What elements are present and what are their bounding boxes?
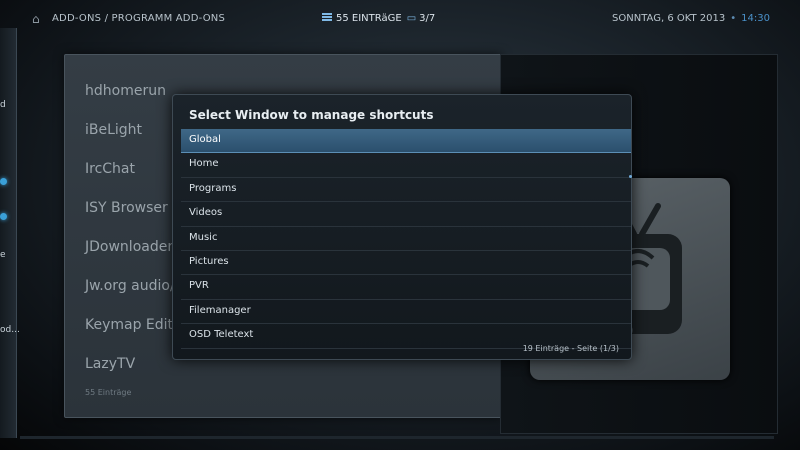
option-programs[interactable]: Programs (181, 178, 631, 203)
option-pictures[interactable]: Pictures (181, 251, 631, 276)
option-label: PVR (189, 280, 209, 292)
side-panel-text-fragment: od... (0, 325, 20, 335)
addon-list-item[interactable]: IrcChat (85, 161, 135, 177)
option-global[interactable]: Global (181, 129, 631, 154)
book-icon: ▭ (406, 13, 417, 24)
option-label: Global (189, 134, 221, 145)
option-pvr[interactable]: PVR (181, 275, 631, 300)
addon-list-item[interactable]: Jw.org audio/ (85, 278, 175, 294)
option-label: OSD Teletext (189, 329, 254, 341)
dialog-title: Select Window to manage shortcuts (189, 108, 434, 122)
option-music[interactable]: Music (181, 227, 631, 251)
addon-list-item[interactable]: Keymap Edito (85, 317, 182, 333)
breadcrumb: ADD-ONS / PROGRAMM ADD-ONS (52, 13, 225, 24)
separator: • (730, 13, 737, 24)
side-slide-panel[interactable]: d e od... (0, 28, 20, 438)
option-home[interactable]: Home (181, 153, 631, 178)
option-label: Programs (189, 182, 237, 194)
side-panel-text-fragment: e (0, 250, 6, 260)
item-count: 55 EINTRäGE ▭ 3/7 (322, 13, 435, 24)
kodi-screen: d e od... ⌂ ADD-ONS / PROGRAMM ADD-ONS 5… (0, 0, 800, 450)
bottom-bar (20, 436, 774, 439)
addon-list-item[interactable]: JDownloader (85, 239, 173, 255)
date-label: SONNTAG, 6 OKT 2013 (612, 13, 726, 24)
option-filemanager[interactable]: Filemanager (181, 300, 631, 325)
list-icon (322, 13, 332, 21)
radio-indicator-icon (0, 178, 7, 185)
option-label: Music (189, 231, 218, 243)
side-panel-text-fragment: d (0, 100, 6, 110)
option-label: Videos (189, 207, 223, 219)
page-indicator: 3/7 (419, 13, 436, 24)
window-option-list: Global Home Programs Videos Music Pictur… (181, 129, 631, 349)
shortcut-window-dialog: Select Window to manage shortcuts Global… (172, 94, 632, 360)
radio-indicator-icon (0, 213, 7, 220)
item-count-label: 55 EINTRäGE (336, 13, 402, 24)
time-label: 14:30 (741, 13, 770, 24)
option-label: Filemanager (189, 304, 251, 316)
top-bar: ⌂ ADD-ONS / PROGRAMM ADD-ONS 55 EINTRäGE… (20, 10, 774, 30)
option-label: Home (189, 158, 219, 170)
addon-list-item[interactable]: iBeLight (85, 122, 142, 138)
addon-list-item[interactable]: LazyTV (85, 356, 135, 372)
home-icon[interactable]: ⌂ (32, 12, 46, 26)
dialog-footer-count: 19 Einträge - Seite (1/3) (522, 344, 619, 353)
option-videos[interactable]: Videos (181, 202, 631, 227)
addon-count-label: 55 Einträge (85, 388, 132, 397)
addon-list-item[interactable]: ISY Browser (85, 200, 168, 216)
date-time: SONNTAG, 6 OKT 2013 • 14:30 (612, 13, 770, 24)
addon-list-item[interactable]: hdhomerun (85, 83, 166, 99)
dialog-scroll-indicator[interactable] (629, 175, 632, 178)
option-label: Pictures (189, 255, 229, 267)
